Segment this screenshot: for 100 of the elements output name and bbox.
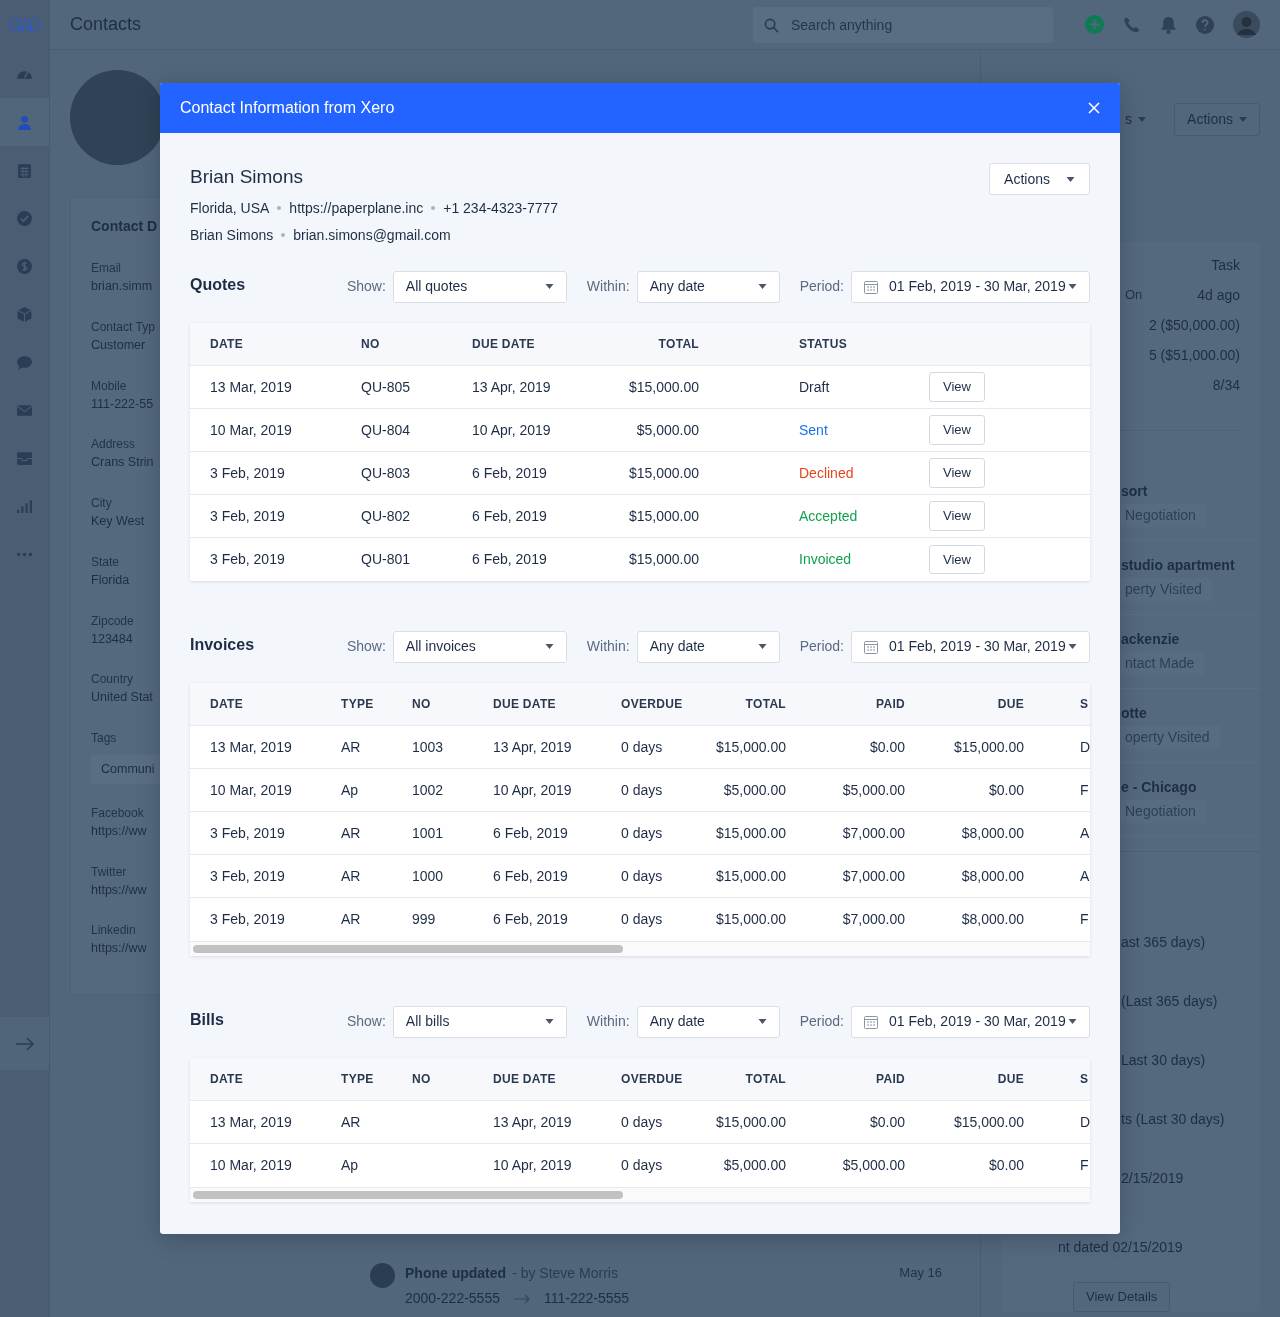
table-cell: $0.00 xyxy=(806,725,925,769)
table-cell: 13 Mar, 2019 xyxy=(190,1100,321,1144)
table-cell: QU-802 xyxy=(341,494,452,538)
plus-circle-icon[interactable] xyxy=(1085,15,1104,34)
column-header: S xyxy=(1044,1057,1090,1101)
table-cell: $5,000.00 xyxy=(806,768,925,812)
table-cell: F xyxy=(1044,897,1090,941)
scrollbar-thumb[interactable] xyxy=(193,1190,623,1199)
column-header: TYPE xyxy=(321,682,392,726)
dot-icon xyxy=(277,206,282,210)
filter-dropdown[interactable]: Any date xyxy=(636,630,780,663)
column-header: STATUS xyxy=(719,322,909,366)
table-cell: F xyxy=(1044,1143,1090,1187)
table-cell: $15,000.00 xyxy=(609,451,719,495)
section-title: Bills xyxy=(190,1009,224,1030)
caret-icon xyxy=(1068,644,1077,649)
table-cell: 1001 xyxy=(392,811,473,855)
column-header: TOTAL xyxy=(691,1057,806,1101)
filter-dropdown[interactable]: 01 Feb, 2019 - 30 Mar, 2019 xyxy=(851,270,1090,303)
view-button[interactable]: View xyxy=(929,501,985,531)
search-icon xyxy=(764,17,779,33)
field-value: Florida xyxy=(91,571,130,589)
view-button[interactable]: View xyxy=(929,458,985,488)
table-cell: $15,000.00 xyxy=(609,537,719,581)
stat-text: ts (Last 30 days) xyxy=(1121,1110,1225,1129)
table-cell: QU-801 xyxy=(341,537,452,581)
horizontal-scrollbar[interactable] xyxy=(190,1186,1090,1202)
filter-dropdown[interactable]: All invoices xyxy=(392,630,567,663)
table-cell: Ap xyxy=(321,768,392,812)
arrow-right-icon[interactable] xyxy=(14,1036,35,1051)
field-value: https://ww xyxy=(91,940,147,958)
table-cell: 13 Mar, 2019 xyxy=(190,725,321,769)
table-cell: 10 Apr, 2019 xyxy=(452,408,609,452)
caret-icon xyxy=(1068,1019,1077,1024)
table-cell: $15,000.00 xyxy=(691,811,806,855)
phone-icon[interactable] xyxy=(1123,15,1141,34)
table-cell: 0 days xyxy=(601,768,691,812)
table-cell: $7,000.00 xyxy=(806,854,925,898)
filter-dropdown[interactable]: Any date xyxy=(636,1005,780,1038)
filter-label: Period: xyxy=(799,277,844,296)
column-header: NO xyxy=(392,682,473,726)
user-avatar-icon[interactable] xyxy=(1233,11,1260,38)
scrollbar-thumb[interactable] xyxy=(193,944,623,953)
cube-icon xyxy=(16,305,33,323)
search-field[interactable]: Search anything xyxy=(753,6,1053,43)
table-cell: 10 Mar, 2019 xyxy=(190,408,341,452)
actions-button[interactable]: Actions xyxy=(989,163,1090,195)
bell-icon[interactable] xyxy=(1160,15,1177,34)
status-text: Draft xyxy=(719,365,909,409)
filter-dropdown[interactable]: Any date xyxy=(636,270,780,303)
column-header: PAID xyxy=(806,1057,925,1101)
table-cell: Ap xyxy=(321,1143,392,1187)
status-text: Sent xyxy=(719,408,909,452)
help-icon[interactable] xyxy=(1196,15,1214,34)
column-header: DUE DATE xyxy=(473,1057,601,1101)
contact-detail: +1 234-4323-7777 xyxy=(443,198,559,218)
caret-icon xyxy=(544,284,554,289)
filter-dropdown[interactable]: All quotes xyxy=(392,270,567,303)
column-header: DUE xyxy=(925,1057,1044,1101)
table-cell: 6 Feb, 2019 xyxy=(452,537,609,581)
table-cell: $5,000.00 xyxy=(806,1143,925,1187)
column-header: DATE xyxy=(190,322,341,366)
column-header: DUE xyxy=(925,682,1044,726)
caret-icon xyxy=(757,1019,767,1024)
status-text: Accepted xyxy=(719,494,909,538)
filter-dropdown[interactable]: 01 Feb, 2019 - 30 Mar, 2019 xyxy=(851,630,1090,663)
table-cell: F xyxy=(1044,768,1090,812)
close-icon[interactable] xyxy=(1088,102,1100,114)
filter-label: Show: xyxy=(346,1012,386,1031)
table-cell: $15,000.00 xyxy=(925,725,1044,769)
contact-detail: Brian Simons xyxy=(190,225,274,245)
table-cell: $15,000.00 xyxy=(925,1100,1044,1144)
table-cell: 3 Feb, 2019 xyxy=(190,451,341,495)
horizontal-scrollbar[interactable] xyxy=(190,940,1090,956)
column-header: TYPE xyxy=(321,1057,392,1101)
table-cell: $5,000.00 xyxy=(609,408,719,452)
contact-detail: https://paperplane.inc xyxy=(289,198,424,218)
field-value: 123484 xyxy=(91,630,133,648)
caret-icon xyxy=(757,284,767,289)
column-header: DUE DATE xyxy=(452,322,609,366)
table-cell: 0 days xyxy=(601,897,691,941)
avatar-placeholder xyxy=(370,1263,395,1288)
activity-title: Phone updated xyxy=(405,1264,507,1283)
filter-dropdown[interactable]: All bills xyxy=(392,1005,567,1038)
caret-icon xyxy=(1239,116,1247,122)
filter-dropdown[interactable]: 01 Feb, 2019 - 30 Mar, 2019 xyxy=(851,1005,1090,1038)
more-icon xyxy=(16,551,33,557)
sidebar-item[interactable] xyxy=(0,98,49,146)
calendar-icon xyxy=(864,279,878,294)
arrow-right-icon xyxy=(514,1293,530,1304)
caret-icon xyxy=(1138,116,1147,122)
caret-icon xyxy=(1068,284,1077,289)
filter-label: Show: xyxy=(346,277,386,296)
view-button[interactable]: View xyxy=(929,372,985,402)
table-cell: $15,000.00 xyxy=(691,725,806,769)
view-button[interactable]: View xyxy=(929,544,985,574)
inbox-icon xyxy=(16,449,33,467)
table-cell: 6 Feb, 2019 xyxy=(473,854,601,898)
view-button[interactable]: View xyxy=(929,415,985,445)
calendar-icon xyxy=(864,639,878,654)
